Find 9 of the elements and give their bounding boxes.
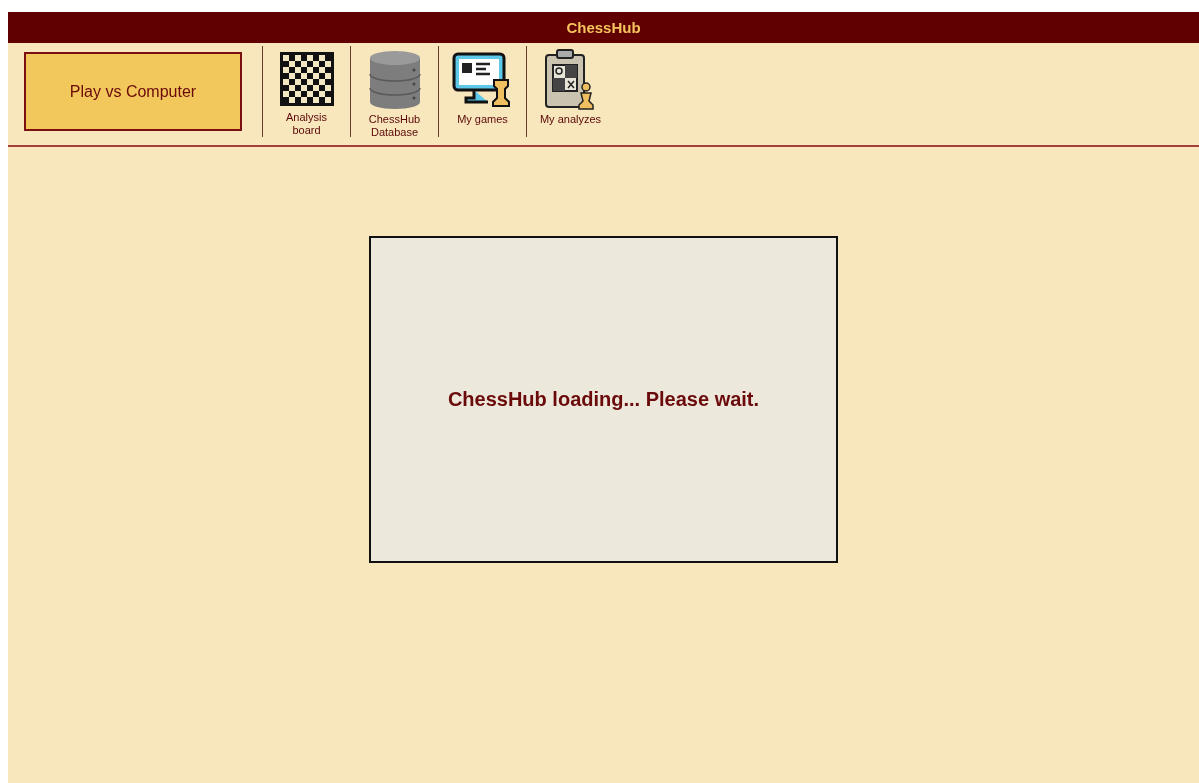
toolbar-item[interactable]: ChessHub Database [350, 46, 438, 137]
toolbar-item[interactable]: My games [438, 46, 526, 137]
loading-message: ChessHub loading... Please wait. [447, 388, 760, 411]
play-vs-computer-button[interactable]: Play vs Computer [24, 52, 242, 131]
toolbar-item[interactable]: My analyzes [526, 46, 614, 137]
app-title: ChessHub [566, 19, 641, 36]
database-icon [368, 50, 421, 110]
chessboard-icon [279, 52, 334, 106]
toolbar-item[interactable]: Analysis board [262, 46, 350, 137]
